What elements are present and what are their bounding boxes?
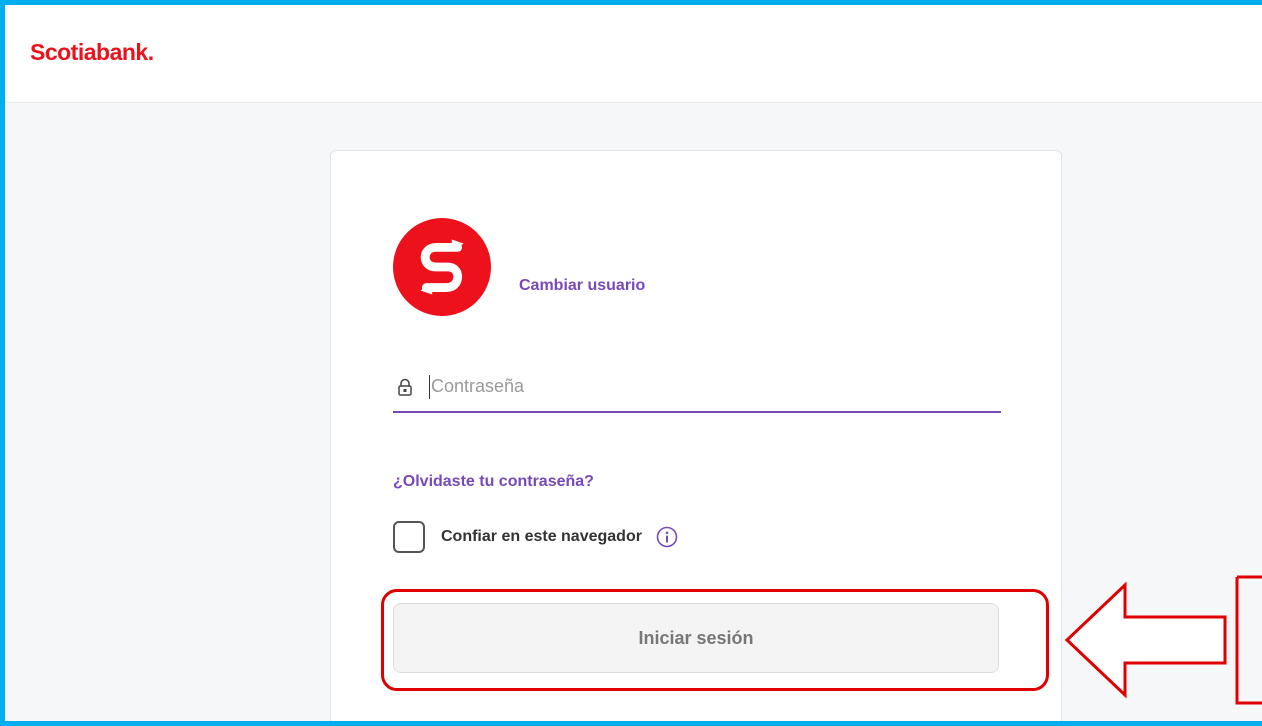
annotation-arrow-icon [1064,575,1262,705]
scotiabank-logo-icon [393,218,491,316]
trust-browser-row: Confiar en este navegador [393,520,678,554]
password-input[interactable] [431,371,991,401]
password-field[interactable] [393,361,1001,413]
browser-frame: Scotiabank. Cambiar usuario ¿Olvidaste t… [0,0,1262,726]
annotation-highlight-box [381,589,1049,691]
lock-icon [398,378,412,396]
brand-dot: . [147,39,154,65]
trust-browser-label[interactable]: Confiar en este navegador [441,528,642,546]
top-header: Scotiabank. [5,5,1262,103]
trust-browser-checkbox[interactable] [393,521,425,553]
scotiabank-logo[interactable]: Scotiabank. [30,39,154,66]
info-icon[interactable] [656,526,678,548]
forgot-password-link[interactable]: ¿Olvidaste tu contraseña? [393,473,594,491]
text-caret [429,375,430,399]
change-user-link[interactable]: Cambiar usuario [519,277,645,295]
brand-name: Scotiabank [30,39,148,65]
